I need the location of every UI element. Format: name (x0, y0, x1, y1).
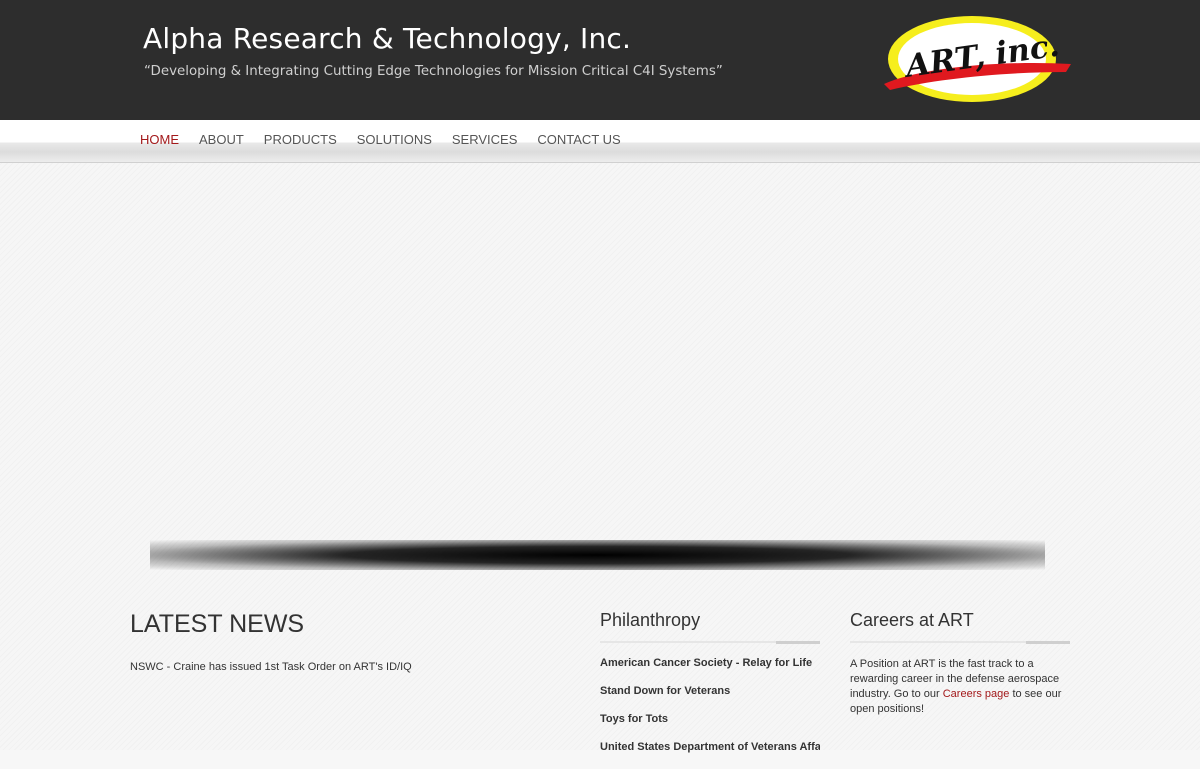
site-tagline: “Developing & Integrating Cutting Edge T… (144, 64, 723, 79)
site-title: Alpha Research & Technology, Inc. (143, 22, 632, 55)
nav-list: HOME ABOUT PRODUCTS SOLUTIONS SERVICES C… (140, 132, 621, 147)
nav-item-home[interactable]: HOME (140, 132, 179, 147)
philanthropy-item-relay-for-life[interactable]: American Cancer Society - Relay for Life (600, 657, 820, 669)
latest-news-section: LATEST NEWS NSWC - Craine has issued 1st… (130, 610, 550, 673)
nav-item-services[interactable]: SERVICES (452, 132, 518, 147)
main-navigation: HOME ABOUT PRODUCTS SOLUTIONS SERVICES C… (0, 120, 1200, 163)
philanthropy-title: Philanthropy (600, 610, 701, 630)
latest-news-heading: LATEST NEWS (130, 610, 305, 638)
philanthropy-item-toys-for-tots[interactable]: Toys for Tots (600, 713, 820, 725)
careers-title: Careers at ART (850, 610, 974, 630)
philanthropy-item-veterans-affairs[interactable]: United States Department of Veterans Aff… (600, 741, 820, 753)
philanthropy-divider (600, 641, 820, 644)
slider-shadow (150, 540, 1045, 570)
site-header: Alpha Research & Technology, Inc. “Devel… (0, 0, 1200, 120)
philanthropy-list: American Cancer Society - Relay for Life… (600, 657, 820, 753)
careers-page-link[interactable]: Careers page (943, 688, 1010, 700)
nav-item-products[interactable]: PRODUCTS (264, 132, 337, 147)
art-logo[interactable]: ART, inc. (880, 12, 1075, 107)
careers-widget: Careers at ART A Position at ART is the … (850, 610, 1070, 717)
philanthropy-item-stand-down[interactable]: Stand Down for Veterans (600, 685, 820, 697)
news-item[interactable]: NSWC - Craine has issued 1st Task Order … (130, 661, 550, 673)
philanthropy-widget: Philanthropy American Cancer Society - R… (600, 610, 820, 769)
nav-item-contact-us[interactable]: CONTACT US (537, 132, 620, 147)
hero-slider (130, 163, 1070, 538)
nav-item-about[interactable]: ABOUT (199, 132, 244, 147)
careers-divider (850, 641, 1070, 644)
nav-item-solutions[interactable]: SOLUTIONS (357, 132, 432, 147)
careers-description: A Position at ART is the fast track to a… (850, 657, 1070, 717)
